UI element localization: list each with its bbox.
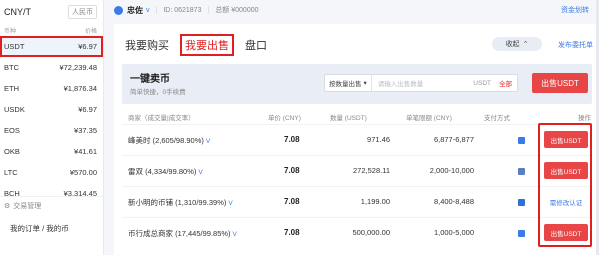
pair-label: CNY/T	[4, 7, 31, 17]
coin-item[interactable]: USDT ¥6.97	[0, 36, 103, 57]
th-action: 操作	[578, 115, 591, 122]
bank-card-icon	[518, 168, 525, 175]
unit-price: 7.08	[284, 228, 300, 237]
coin-price: ¥1,876.34	[63, 84, 97, 93]
chevron-up-icon: ⌃	[522, 41, 529, 48]
sell-amount-field: 按数量出售 ▾ 请输入出售数量 USDT 全部	[324, 74, 518, 92]
user-id: ID: 0621873	[163, 6, 202, 14]
th-qty: 数量 (USDT)	[330, 115, 367, 122]
coin-item[interactable]: EOS ¥37.35	[0, 120, 103, 141]
quick-sell-button[interactable]: 出售USDT	[532, 73, 588, 93]
trade-management-title: ⚙ 交易管理	[4, 203, 42, 210]
bank-card-icon	[518, 230, 525, 237]
col-coin: 币种	[4, 28, 17, 35]
unit-price: 7.08	[284, 135, 300, 144]
trade-management: ⚙ 交易管理 我的订单 / 我的币	[0, 196, 103, 238]
coin-item[interactable]: LTC ¥570.00	[0, 162, 103, 183]
quick-sell-subtitle: 简单快捷，0手续费	[130, 89, 186, 96]
user-icon	[114, 5, 123, 15]
balance: 总额 ¥000000	[215, 7, 259, 14]
coin-name: BTC	[4, 63, 19, 72]
coin-price: ¥6.97	[78, 105, 97, 114]
th-merchant: 商家（成交量|成交率）	[128, 115, 195, 122]
fiat-select[interactable]: 人民币	[68, 5, 97, 19]
verified-icon: V	[205, 138, 211, 145]
collapse-button[interactable]: 收起 ⌃	[492, 37, 542, 51]
th-pay: 支付方式	[484, 115, 510, 122]
table-row: 峰美时 (2,605/98.90%) V 7.08 971.46 6,877-6,877…	[122, 124, 592, 154]
sell-mode-select[interactable]: 按数量出售 ▾	[325, 75, 372, 91]
verified-icon: V	[232, 231, 237, 238]
currency-sidebar: CNY/T 人民币 币种 价格 USDT ¥6.97 BTC ¥72,239.48 ET…	[0, 0, 104, 255]
verified-icon: V	[198, 169, 203, 176]
quick-sell-banner: 一键卖币 简单快捷，0手续费 按数量出售 ▾ 请输入出售数量 USDT 全部 出…	[122, 64, 592, 104]
limit-range: 2,000-10,000	[429, 166, 474, 175]
bank-card-icon	[518, 137, 525, 144]
bank-card-icon	[518, 199, 525, 206]
col-price: 价格	[84, 28, 97, 35]
coin-item[interactable]: BTC ¥72,239.48	[0, 57, 103, 78]
tab-sell[interactable]: 我要出售	[180, 34, 234, 56]
merchant-name[interactable]: 峰美时 (2,605/98.90%) V	[128, 135, 210, 146]
sell-usdt-button[interactable]: 出售USDT	[544, 162, 588, 179]
top-bar: 忠佐 v | ID: 0621873 | 总额 ¥000000 资金划转	[114, 0, 599, 20]
trade-tabs: 我要购买 我要出售 盘口	[122, 34, 278, 56]
coin-name: OKB	[4, 147, 20, 156]
sell-amount-input[interactable]: 请输入出售数量	[372, 78, 471, 88]
table-row: 雷双 (4,334/99.80%) V 7.08 272,528.11 2,000-10…	[122, 155, 592, 185]
username: 忠佐	[127, 5, 143, 15]
sidebar-column-headers: 币种 价格	[0, 24, 103, 36]
table-row: 新小明的币铺 (1,310/99.39%) V 7.08 1,199.00 8,400-…	[122, 186, 592, 216]
merchant-name[interactable]: 币行成总商家 (17,445/99.85%) V	[128, 228, 237, 239]
main-panel: 我要购买 我要出售 盘口 收起 ⌃ 发布委托单 一键卖币 简单快捷，0手续费 按…	[114, 24, 599, 255]
limit-range: 1,000-5,000	[433, 228, 474, 237]
quick-sell-title: 一键卖币	[130, 74, 170, 85]
verified-badge: v	[146, 6, 150, 14]
chevron-down-icon: ▾	[363, 80, 367, 87]
sell-usdt-button[interactable]: 出售USDT	[544, 224, 588, 241]
verified-icon: V	[228, 200, 233, 207]
sell-usdt-button[interactable]: 出售USDT	[544, 131, 588, 148]
coin-price: ¥72,239.48	[59, 63, 97, 72]
sell-all-button[interactable]: 全部	[494, 78, 517, 88]
coin-price: ¥41.61	[74, 147, 97, 156]
tab-orderbook[interactable]: 盘口	[242, 35, 270, 55]
coin-name: ETH	[4, 84, 19, 93]
coin-name: EOS	[4, 126, 20, 135]
quantity: 500,000.00	[352, 228, 390, 237]
coin-name: USDT	[4, 42, 25, 51]
quantity: 272,528.11	[353, 166, 390, 175]
merchant-name[interactable]: 雷双 (4,334/99.80%) V	[128, 166, 203, 177]
publish-order-link[interactable]: 发布委托单	[558, 40, 593, 50]
tab-buy[interactable]: 我要购买	[122, 35, 172, 55]
coin-price: ¥570.00	[69, 168, 97, 177]
th-price: 单价 (CNY)	[268, 115, 301, 122]
my-orders-link[interactable]: 我的订单 / 我的币	[10, 223, 99, 234]
coin-item[interactable]: USDK ¥6.97	[0, 99, 103, 120]
sidebar-header: CNY/T 人民币	[0, 0, 103, 24]
sell-usdt-button[interactable]: 需修改认证	[544, 193, 588, 210]
coin-item[interactable]: ETH ¥1,876.34	[0, 78, 103, 99]
asset-transfer-link[interactable]: 资金划转	[561, 5, 589, 15]
coin-name: USDK	[4, 105, 25, 114]
unit-price: 7.08	[284, 166, 300, 175]
coin-list: USDT ¥6.97 BTC ¥72,239.48 ETH ¥1,876.34 USDK ¥6…	[0, 36, 103, 204]
coin-name: LTC	[4, 168, 18, 177]
coin-item[interactable]: OKB ¥41.61	[0, 141, 103, 162]
limit-range: 8,400-8,488	[433, 197, 474, 206]
currency-label: USDT	[473, 79, 491, 87]
merchant-name[interactable]: 新小明的币铺 (1,310/99.39%) V	[128, 197, 233, 208]
table-row: 币行成总商家 (17,445/99.85%) V 7.08 500,000.00 1,0…	[122, 217, 592, 247]
limit-range: 6,877-6,877	[433, 135, 474, 144]
th-limit: 单笔限额 (CNY)	[406, 115, 452, 122]
unit-price: 7.08	[284, 197, 300, 206]
coin-price: ¥37.35	[74, 126, 97, 135]
settings-icon: ⚙	[4, 203, 11, 210]
table-header: 商家（成交量|成交率） 单价 (CNY) 数量 (USDT) 单笔限额 (CNY…	[122, 110, 592, 124]
quantity: 1,199.00	[360, 197, 390, 206]
quantity: 971.46	[367, 135, 390, 144]
coin-price: ¥6.97	[78, 42, 97, 51]
